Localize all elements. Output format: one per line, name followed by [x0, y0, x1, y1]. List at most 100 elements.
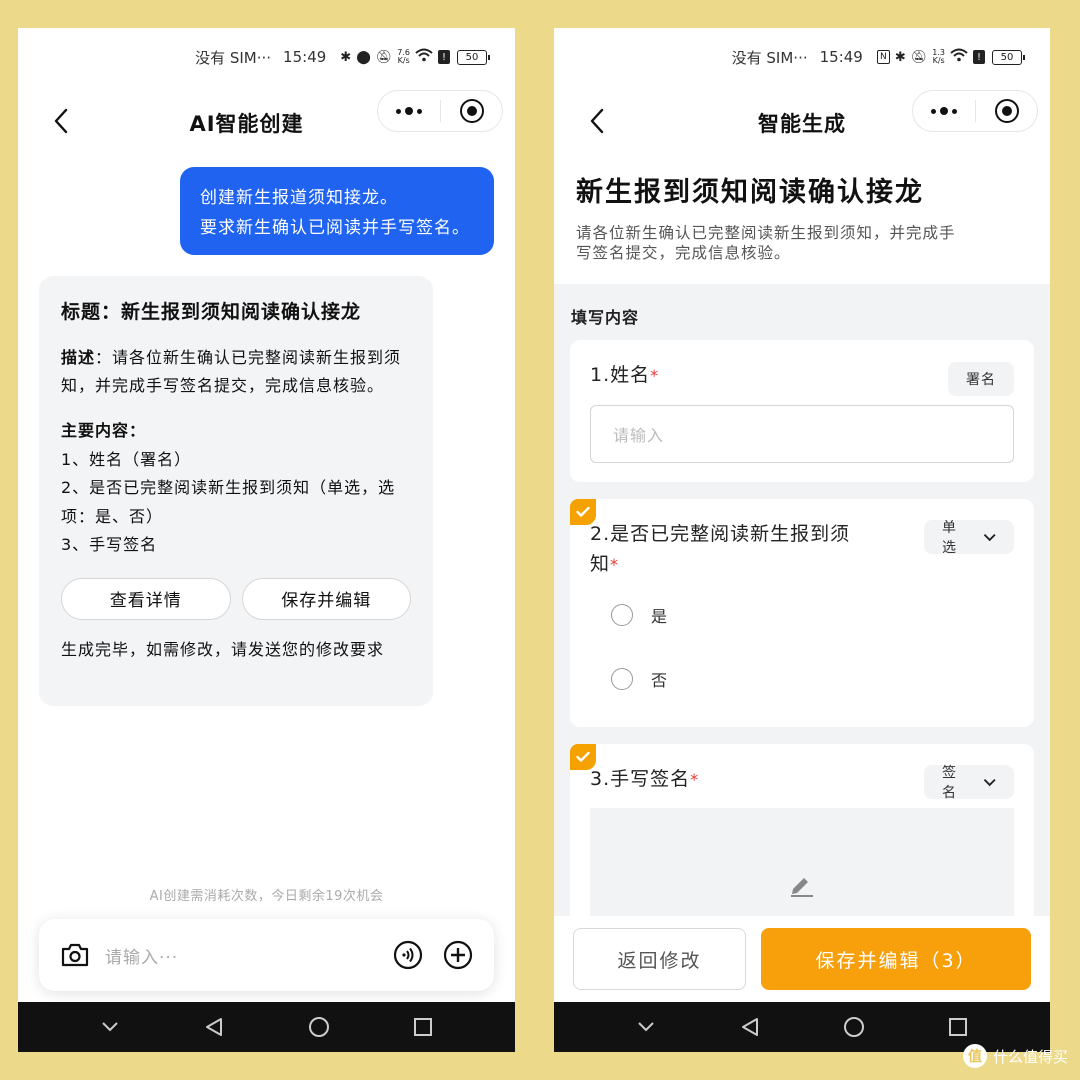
question-card-signature: 3.手写签名* 签名: [570, 744, 1034, 916]
plus-circle-icon: [443, 940, 473, 970]
back-key[interactable]: [730, 1007, 770, 1047]
target-icon: [459, 99, 484, 123]
ai-response-card: 标题：新生报到须知阅读确认接龙 描述：请各位新生确认已完整阅读新生报到须知，并完…: [39, 276, 433, 706]
home-circle-icon: [844, 1017, 864, 1037]
quota-notice: AI创建需消耗次数，今日剩余19次机会: [149, 889, 384, 904]
status-icons: N ✱ 🔕︎ 1.3 K/s ! 50: [876, 48, 1025, 66]
description-text: ：请各位新生确认已完整阅读新生报到须知，并完成手写签名提交，完成信息核验。: [61, 348, 402, 395]
field-type-tag[interactable]: 署名: [948, 362, 1014, 396]
ai-response-title: 标题：新生报到须知阅读确认接龙: [61, 301, 362, 323]
check-icon: [576, 506, 590, 517]
recents-key[interactable]: [403, 1007, 443, 1047]
status-icons: ✱ ⬤ 🔕︎ 7.6 K/s ! 50: [340, 48, 490, 66]
save-and-edit-button[interactable]: 保存并编辑: [241, 577, 411, 620]
phone-ai-create: 没有 SIM··· 15:49 ✱ ⬤ 🔕︎ 7.6 K/s ! 50 AI智能…: [18, 28, 515, 1052]
carrier-text: 没有 SIM···: [195, 48, 272, 67]
voice-button[interactable]: [392, 939, 424, 971]
main-content-item: 2、是否已完整阅读新生报到须知（单选，选项：是、否）: [61, 478, 396, 526]
main-content-label: 主要内容：: [61, 421, 147, 440]
clock-text: 15:49: [819, 48, 863, 66]
form-description-line: 请各位新生确认已完整阅读新生报到须知，并完成手: [576, 224, 956, 242]
clock-text: 15:49: [283, 48, 327, 66]
field-type-label: 签名: [942, 765, 957, 801]
ai-response-description: 描述：请各位新生确认已完整阅读新生报到须知，并完成手写签名提交，完成信息核验。: [61, 344, 411, 400]
user-message-line: 要求新生确认已阅读并手写签名。: [200, 218, 470, 238]
watermark-text: 什么值得买: [992, 1047, 1068, 1066]
alert-icon: !: [438, 50, 450, 64]
home-key[interactable]: [299, 1007, 339, 1047]
phone-smart-generate: 没有 SIM··· 15:49 N ✱ 🔕︎ 1.3 K/s ! 50 智能生成: [554, 28, 1050, 1052]
radio-option-no[interactable]: 否: [611, 667, 667, 691]
chat-input[interactable]: 请输入···: [105, 943, 374, 968]
question-title: 3.手写签名*: [590, 768, 700, 790]
chevron-down-icon: [983, 533, 996, 541]
bluetooth-icon: ✱: [340, 49, 352, 65]
mini-program-capsule: [912, 90, 1038, 132]
camera-icon: [61, 943, 89, 967]
form-header: 新生报到须知阅读确认接龙 请各位新生确认已完整阅读新生报到须知，并完成手 写签名…: [554, 156, 1050, 284]
carrier-text: 没有 SIM···: [731, 48, 808, 67]
form-description-line: 写签名提交，完成信息核验。: [576, 244, 791, 262]
square-recents-icon: [413, 1018, 432, 1036]
triangle-back-icon: [742, 1018, 758, 1036]
radio-button[interactable]: [611, 668, 633, 690]
nav-bar: 智能生成: [554, 86, 1050, 156]
mini-program-capsule: [377, 90, 503, 132]
radio-button[interactable]: [611, 604, 633, 626]
camera-button[interactable]: [59, 939, 91, 971]
field-type-dropdown[interactable]: 单选: [924, 520, 1014, 556]
alert-icon: !: [973, 50, 985, 64]
description-label: 描述: [61, 348, 96, 367]
triangle-back-icon: [206, 1018, 223, 1036]
voice-icon: [393, 940, 423, 970]
question-title: 1.姓名*: [590, 364, 660, 386]
add-button[interactable]: [442, 939, 474, 971]
collapse-key[interactable]: [90, 1007, 130, 1047]
close-program-button[interactable]: [976, 99, 1037, 123]
more-button[interactable]: [913, 107, 975, 115]
signature-pad[interactable]: [590, 808, 1014, 916]
radio-option-yes[interactable]: 是: [611, 603, 667, 627]
required-mark: *: [690, 770, 700, 789]
site-watermark: 值 什么值得买: [962, 1044, 1068, 1068]
save-and-edit-button[interactable]: 保存并编辑（3）: [761, 928, 1031, 990]
home-key[interactable]: [834, 1007, 874, 1047]
chevron-down-icon: [983, 778, 996, 786]
question-title: 2.是否已完整阅读新生报到须 知*: [590, 523, 851, 575]
chevron-down-icon: [102, 1022, 118, 1032]
field-type-label: 单选: [942, 520, 957, 556]
home-circle-icon: [308, 1017, 329, 1037]
network-speed: 1.3 K/s: [932, 49, 945, 65]
field-type-dropdown[interactable]: 签名: [924, 765, 1014, 801]
form-body: 填写内容 1.姓名* 署名 请输入 2.是否已完整阅读新生报到须 知* 单选 是…: [554, 284, 1050, 916]
required-mark: *: [610, 555, 620, 574]
status-bar: 没有 SIM··· 15:49 N ✱ 🔕︎ 1.3 K/s ! 50: [554, 28, 1050, 86]
form-title: 新生报到须知阅读确认接龙: [576, 177, 924, 208]
location-icon: ⬤: [356, 49, 371, 65]
battery-icon: 50: [457, 49, 490, 65]
status-bar: 没有 SIM··· 15:49 ✱ ⬤ 🔕︎ 7.6 K/s ! 50: [18, 28, 515, 86]
chevron-down-icon: [638, 1022, 654, 1032]
main-content-item: 3、手写签名: [61, 535, 158, 554]
mute-icon: 🔕︎: [910, 49, 928, 65]
view-details-button[interactable]: 查看详情: [61, 577, 231, 620]
form-description: 请各位新生确认已完整阅读新生报到须知，并完成手 写签名提交，完成信息核验。: [576, 223, 1028, 263]
back-to-edit-button[interactable]: 返回修改: [573, 928, 746, 990]
ai-footer-text: 生成完毕，如需修改，请发送您的修改要求: [61, 639, 385, 659]
ai-action-row: 查看详情 保存并编辑: [61, 577, 411, 620]
chat-input-bar: 请输入···: [39, 919, 494, 991]
name-input[interactable]: 请输入: [590, 405, 1014, 463]
recents-key[interactable]: [938, 1007, 978, 1047]
system-nav-bar: [18, 1002, 515, 1052]
more-button[interactable]: [378, 107, 440, 115]
bluetooth-icon: ✱: [894, 49, 906, 65]
radio-label: 是: [651, 607, 668, 626]
square-recents-icon: [949, 1018, 967, 1036]
close-program-button[interactable]: [441, 99, 502, 123]
speed-unit: K/s: [397, 56, 410, 65]
question-card-read-confirm: 2.是否已完整阅读新生报到须 知* 单选 是 否: [570, 499, 1034, 727]
back-key[interactable]: [194, 1007, 234, 1047]
nav-bar: AI智能创建: [18, 86, 515, 156]
check-icon: [576, 751, 590, 762]
collapse-key[interactable]: [626, 1007, 666, 1047]
